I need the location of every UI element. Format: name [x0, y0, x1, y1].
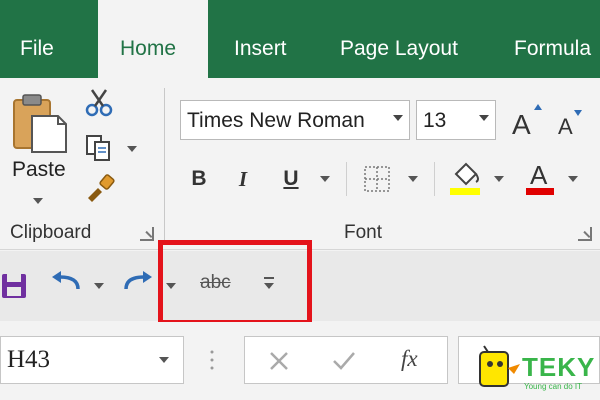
font-dialog-launcher-icon[interactable]	[578, 227, 592, 241]
tab-home[interactable]: Home	[98, 0, 208, 80]
redo-icon[interactable]	[122, 271, 154, 299]
font-size-dropdown-icon[interactable]	[479, 115, 489, 121]
watermark-tagline: Young can do IT	[524, 382, 582, 391]
paste-dropdown-caret-icon[interactable]	[33, 198, 43, 204]
svg-text:A: A	[512, 109, 531, 138]
formula-bar-grip-icon[interactable]	[208, 348, 216, 372]
group-separator	[164, 88, 165, 240]
borders-icon[interactable]	[362, 164, 392, 194]
formula-buttons: fx	[244, 336, 448, 384]
tab-insert[interactable]: Insert	[234, 0, 287, 78]
underline-dropdown-icon[interactable]	[320, 176, 330, 182]
underline-button[interactable]: U	[276, 164, 306, 194]
ribbon-tab-bar: File Home Insert Page Layout Formula	[0, 0, 600, 80]
fill-color-dropdown-icon[interactable]	[494, 176, 504, 182]
tab-formulas[interactable]: Formula	[514, 0, 591, 78]
clipboard-paste-icon[interactable]	[12, 92, 68, 154]
name-box[interactable]: H43	[0, 336, 184, 384]
font-size-combobox[interactable]: 13	[416, 100, 496, 140]
clipboard-group-label: Clipboard	[10, 222, 92, 243]
checkmark-icon[interactable]	[331, 349, 357, 373]
scissors-icon[interactable]	[84, 88, 114, 118]
increase-font-size-icon[interactable]: A	[510, 102, 544, 138]
svg-text:A: A	[530, 160, 548, 190]
font-color-icon[interactable]: A	[524, 158, 558, 196]
separator	[346, 162, 347, 196]
font-size-value: 13	[423, 109, 447, 132]
cancel-icon[interactable]	[267, 349, 291, 373]
tab-page-layout[interactable]: Page Layout	[340, 0, 458, 78]
bold-button[interactable]: B	[184, 164, 214, 194]
paint-bucket-icon[interactable]	[448, 158, 484, 196]
copy-dropdown-caret-icon[interactable]	[127, 146, 137, 152]
undo-icon[interactable]	[50, 271, 82, 299]
font-name-dropdown-icon[interactable]	[393, 115, 403, 121]
copy-icon[interactable]	[84, 134, 114, 162]
name-box-dropdown-icon[interactable]	[159, 357, 169, 363]
watermark-brand: TEKY	[522, 352, 596, 382]
separator	[434, 162, 435, 196]
name-box-value: H43	[7, 346, 51, 373]
teky-logo-icon	[479, 345, 520, 387]
undo-dropdown-icon[interactable]	[94, 283, 104, 289]
paste-button[interactable]: Paste	[12, 158, 66, 182]
ribbon-home-panel: Paste Clipboard Times New Roman 13 A A B…	[0, 78, 600, 250]
paintbrush-icon[interactable]	[84, 174, 116, 202]
highlight-box	[158, 240, 312, 325]
save-icon[interactable]	[0, 271, 28, 301]
clipboard-dialog-launcher-icon[interactable]	[140, 227, 154, 241]
svg-text:A: A	[558, 114, 573, 138]
tab-file[interactable]: File	[20, 0, 54, 78]
font-name-value: Times New Roman	[187, 109, 365, 132]
insert-function-button[interactable]: fx	[401, 346, 418, 372]
borders-dropdown-icon[interactable]	[408, 176, 418, 182]
decrease-font-size-icon[interactable]: A	[556, 108, 590, 138]
excel-window: File Home Insert Page Layout Formula Pas…	[0, 0, 600, 400]
italic-button[interactable]: I	[228, 164, 258, 194]
font-group-label: Font	[344, 222, 383, 243]
font-color-dropdown-icon[interactable]	[568, 176, 578, 182]
font-name-combobox[interactable]: Times New Roman	[180, 100, 410, 140]
